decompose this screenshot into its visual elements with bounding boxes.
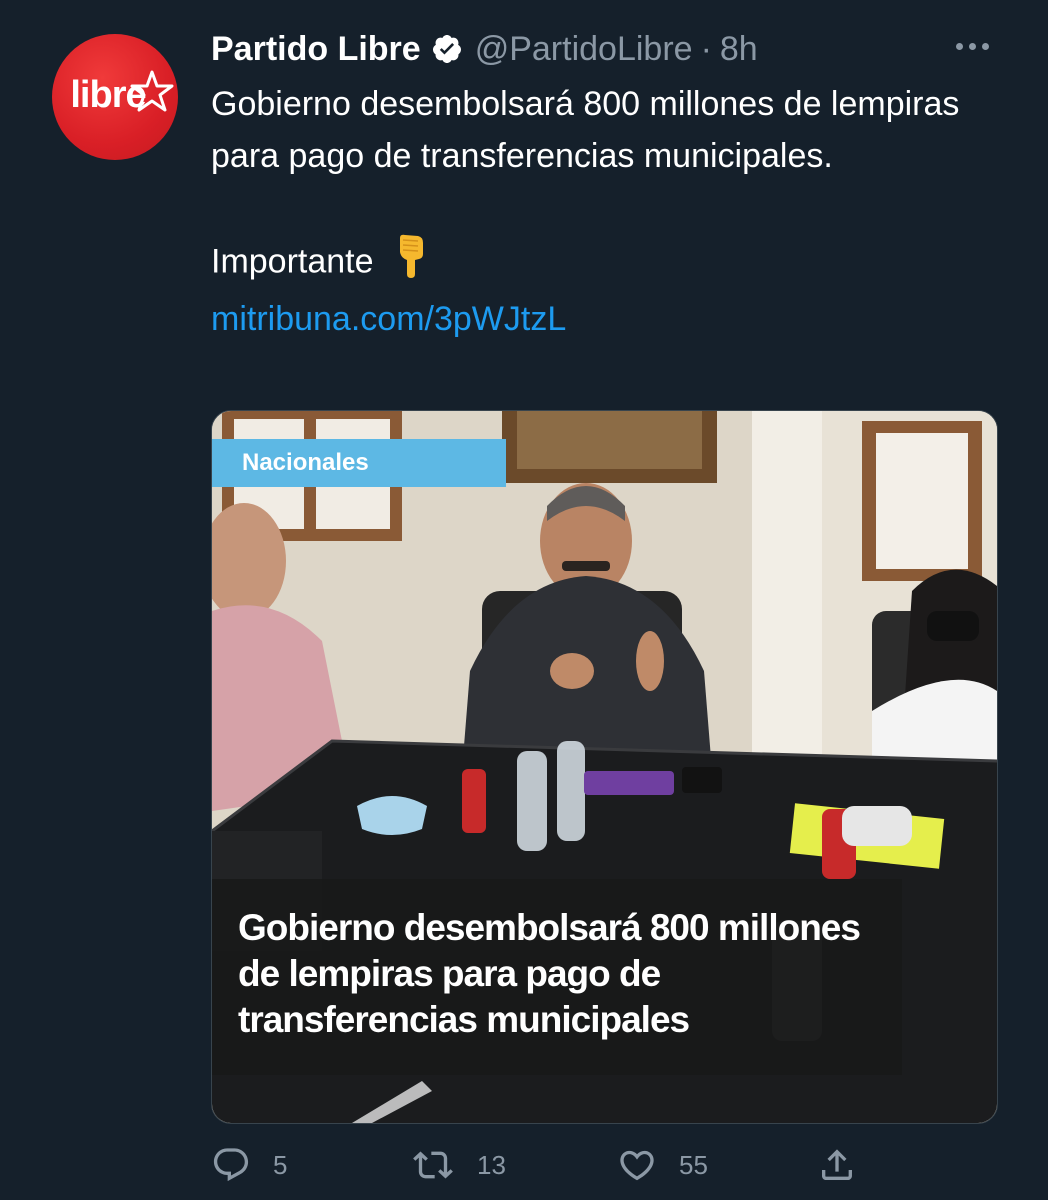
separator-dot: · xyxy=(700,29,712,68)
reply-icon xyxy=(213,1148,249,1182)
retweet-count: 13 xyxy=(477,1149,506,1180)
card-headline: Gobierno desembolsará 800 millones de le… xyxy=(238,907,861,1040)
like-button[interactable]: 55 xyxy=(617,1140,708,1190)
heart-icon xyxy=(620,1150,654,1181)
more-options-icon[interactable] xyxy=(956,36,989,56)
retweet-button[interactable]: 13 xyxy=(411,1140,506,1190)
tweet-link-line: mitribuna.com/3pWJtzL xyxy=(211,293,991,345)
share-icon xyxy=(822,1149,852,1180)
category-tag-label: Nacionales xyxy=(242,449,369,476)
author-handle[interactable]: @PartidoLibre xyxy=(475,30,693,69)
tweet-actions: 5 13 55 xyxy=(211,1140,1031,1190)
tweet-timestamp[interactable]: 8h xyxy=(720,30,758,69)
star-icon xyxy=(130,70,174,112)
reply-count: 5 xyxy=(273,1149,288,1180)
pointing-down-hand-icon xyxy=(394,234,428,293)
headline-overlay: Gobierno desembolsará 800 millones de le… xyxy=(212,879,902,1075)
retweet-icon xyxy=(413,1151,453,1179)
reply-button[interactable]: 5 xyxy=(211,1140,287,1190)
avatar[interactable]: libre xyxy=(52,34,178,160)
tweet-body-secondary: Importante xyxy=(211,234,991,293)
tweet-text: Gobierno desembolsará 800 millones de le… xyxy=(211,78,991,345)
tweet-important-text: Importante xyxy=(211,242,374,281)
media-card[interactable]: Nacionales Gobierno desembolsará 800 mil… xyxy=(211,410,998,1124)
verified-badge-icon xyxy=(431,33,463,65)
tweet-header: Partido Libre @PartidoLibre · 8h xyxy=(211,26,758,72)
share-button[interactable] xyxy=(817,1140,857,1190)
like-count: 55 xyxy=(679,1149,708,1180)
tweet-link[interactable]: mitribuna.com/3pWJtzL xyxy=(211,300,566,338)
category-tag: Nacionales xyxy=(212,439,506,487)
display-name[interactable]: Partido Libre xyxy=(211,30,421,69)
tweet-body: Gobierno desembolsará 800 millones de le… xyxy=(211,85,960,175)
